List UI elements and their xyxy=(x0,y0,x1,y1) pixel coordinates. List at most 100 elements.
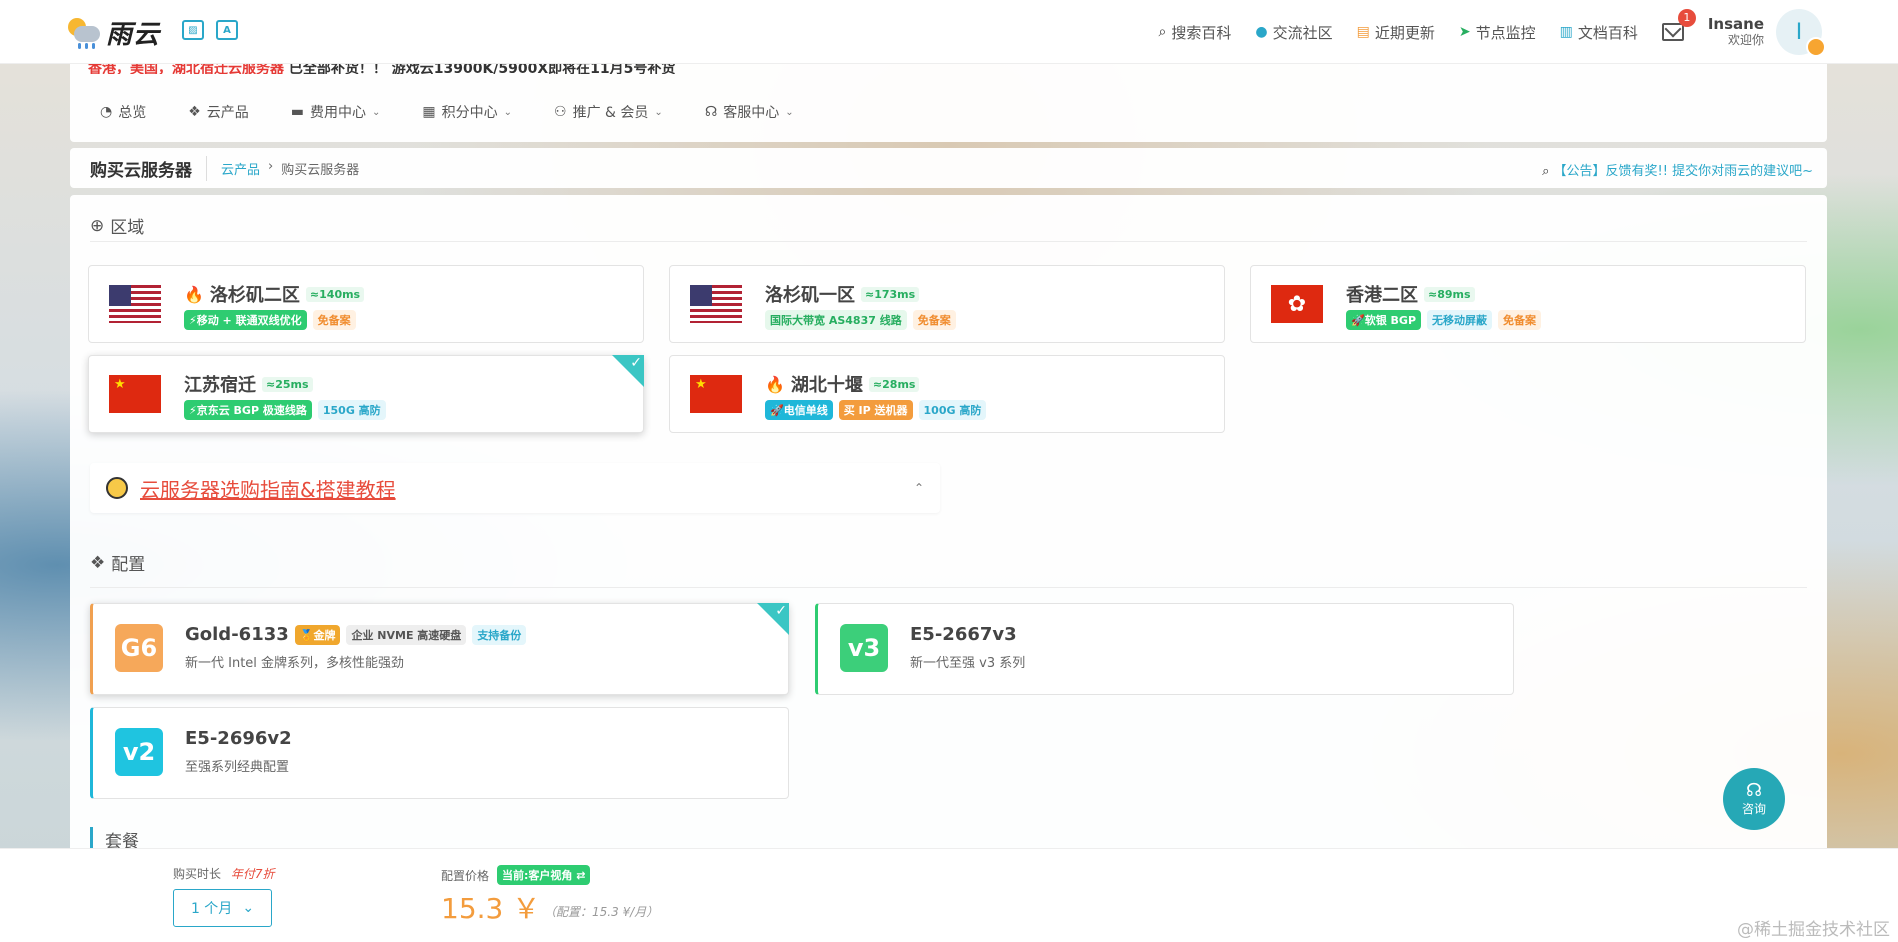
nav-panel: 香港，美国，湖北宿迁云服务器 已全部补货！！ 游戏云13900K/5900X即将… xyxy=(70,61,1827,142)
region-tag: 🚀电信单线 xyxy=(765,400,833,420)
region-name: 洛杉矶二区 xyxy=(209,285,300,306)
order-bar: 购买时长 年付7折 1 个月 ⌄ 配置价格 当前:客户视角 ⇄ 15.3 ￥ （… xyxy=(0,848,1898,942)
region-card-suqian[interactable]: 江苏宿迁 ≈25ms ⚡京东云 BGP 极速线路 150G 高防 xyxy=(88,355,644,433)
nav-referral[interactable]: ⚇ 推广 & 会员 ⌄ xyxy=(554,102,663,122)
avatar[interactable]: I xyxy=(1776,9,1826,57)
section-title: 区域 xyxy=(110,218,145,238)
user-name: Insane xyxy=(1707,15,1764,33)
fire-icon: 🔥 xyxy=(184,284,204,304)
topnav-community[interactable]: ● 交流社区 xyxy=(1255,22,1332,43)
config-tag: 🏅金牌 xyxy=(294,624,341,645)
topnav-label: 搜索百科 xyxy=(1171,23,1232,42)
nav-points[interactable]: ▦ 积分中心 ⌄ xyxy=(422,102,512,122)
weather-logo-icon xyxy=(66,16,102,50)
topnav-label: 节点监控 xyxy=(1475,23,1536,42)
nav-label: 费用中心 xyxy=(310,105,367,121)
us-flag-icon xyxy=(690,285,742,323)
users-icon: ⚇ xyxy=(554,104,567,120)
globe-icon: ⊕ xyxy=(90,215,105,236)
translate-icon[interactable]: A xyxy=(216,20,238,40)
breadcrumb-bar: 购买云服务器 云产品 › 购买云服务器 ⌕ 【公告】反馈有奖!! 提交你对雨云的… xyxy=(70,148,1827,188)
chevron-down-icon: ⌄ xyxy=(654,106,663,118)
nav-label: 客服中心 xyxy=(723,105,780,121)
duration-label: 购买时长 年付7折 xyxy=(173,865,274,882)
topnav-updates[interactable]: ▤ 近期更新 xyxy=(1357,22,1435,43)
nav-label: 推广 & 会员 xyxy=(572,105,649,121)
config-tag: 企业 NVME 高速硬盘 xyxy=(346,624,467,645)
nav-billing[interactable]: ▬ 费用中心 ⌄ xyxy=(291,102,381,122)
breadcrumb: 云产品 › 购买云服务器 xyxy=(207,159,359,178)
nav-overview[interactable]: ◔ 总览 xyxy=(100,102,146,122)
latency-badge: ≈28ms xyxy=(868,376,920,392)
duration-hint: 年付7折 xyxy=(230,867,275,881)
cubes-icon: ❖ xyxy=(188,104,201,120)
region-tag: ⚡京东云 BGP 极速线路 xyxy=(184,400,312,420)
brand-logo[interactable]: 雨云 xyxy=(66,14,160,51)
cpu-badge-icon: v3 xyxy=(840,624,888,672)
user-info[interactable]: Insane 欢迎你 xyxy=(1708,16,1764,48)
config-name: E5-2667v3 xyxy=(910,624,1017,645)
region-tag: 免备案 xyxy=(912,310,956,330)
chevron-up-icon[interactable]: ⌃ xyxy=(914,481,924,495)
region-card-la2[interactable]: 🔥 洛杉矶二区 ≈140ms ⚡移动 + 联通双线优化 免备案 xyxy=(88,265,644,343)
guide-link[interactable]: 云服务器选购指南&搭建教程 xyxy=(140,474,396,503)
watermark: @稀土掘金技术社区 xyxy=(1737,920,1890,940)
guide-collapse[interactable]: 云服务器选购指南&搭建教程 ⌃ xyxy=(90,463,940,513)
price-note: （配置：15.3 ¥/月） xyxy=(544,905,659,919)
hk-flag-icon: ✿ xyxy=(1271,285,1323,323)
page-title: 购买云服务器 xyxy=(70,155,207,181)
topnav-label: 文档百科 xyxy=(1577,23,1638,42)
region-card-shiyan[interactable]: 🔥 湖北十堰 ≈28ms 🚀电信单线 买 IP 送机器 100G 高防 xyxy=(669,355,1225,433)
us-flag-icon xyxy=(109,285,161,323)
headset-icon: ☊ xyxy=(704,104,718,120)
nav-cloud-products[interactable]: ❖ 云产品 xyxy=(188,102,249,122)
config-card-gold6133[interactable]: G6 Gold-6133 🏅金牌 企业 NVME 高速硬盘 支持备份 新一代 I… xyxy=(90,603,789,695)
cpu-badge-icon: G6 xyxy=(115,624,163,672)
main-panel: ⊕ 区域 🔥 洛杉矶二区 ≈140ms ⚡移动 + 联通双线优化 免备案 洛杉矶… xyxy=(70,195,1827,855)
region-name: 洛杉矶一区 xyxy=(765,285,855,306)
config-desc: 至强系列经典配置 xyxy=(185,760,290,775)
region-tag: 🚀软银 BGP xyxy=(1346,310,1422,330)
consult-label: 咨询 xyxy=(1741,801,1766,816)
region-tag: 买 IP 送机器 xyxy=(838,400,913,420)
qq-icon: ● xyxy=(1255,24,1268,40)
top-nav: ⌕ 搜索百科 ● 交流社区 ▤ 近期更新 ➤ 节点监控 ▥ 文档百科 1 Ins… xyxy=(1158,0,1898,64)
config-card-e5-2696v2[interactable]: v2 E5-2696v2 至强系列经典配置 xyxy=(90,707,789,799)
region-card-la1[interactable]: 洛杉矶一区 ≈173ms 国际大带宽 AS4837 线路 免备案 xyxy=(669,265,1225,343)
user-greeting: 欢迎你 xyxy=(1727,33,1764,47)
announcement-link[interactable]: ⌕ 【公告】反馈有奖!! 提交你对雨云的建议吧~ xyxy=(1542,160,1813,179)
book-icon: ▥ xyxy=(1559,24,1573,40)
topnav-docs[interactable]: ▥ 文档百科 xyxy=(1560,22,1638,43)
news-icon: ▤ xyxy=(1356,24,1370,40)
money-icon: ▬ xyxy=(290,104,305,120)
latency-badge: ≈173ms xyxy=(861,286,920,302)
breadcrumb-link[interactable]: 云产品 xyxy=(221,159,260,178)
config-desc: 新一代 Intel 金牌系列，多核性能强劲 xyxy=(185,656,405,671)
breadcrumb-current: 购买云服务器 xyxy=(281,162,360,178)
main-nav: ◔ 总览 ❖ 云产品 ▬ 费用中心 ⌄ ▦ 积分中心 ⌄ ⚇ 推广 & 会员 ⌄… xyxy=(100,102,836,122)
config-section-header: ❖ 配置 xyxy=(90,550,145,576)
mail-icon[interactable]: 1 xyxy=(1661,9,1696,41)
consult-button[interactable]: ☊ 咨询 xyxy=(1723,768,1785,830)
region-tag: ⚡移动 + 联通双线优化 xyxy=(184,310,307,330)
top-bar: 雨云 ▨ A ⌕ 搜索百科 ● 交流社区 ▤ 近期更新 ➤ 节点监控 ▥ 文档百… xyxy=(0,0,1898,64)
config-card-e5-2667v3[interactable]: v3 E5-2667v3 新一代至强 v3 系列 xyxy=(815,603,1514,695)
region-card-hk2[interactable]: ✿ 香港二区 ≈89ms 🚀软银 BGP 无移动屏蔽 免备案 xyxy=(1250,265,1806,343)
nav-support[interactable]: ☊ 客服中心 ⌄ xyxy=(705,102,794,122)
view-toggle-badge[interactable]: 当前:客户视角 ⇄ xyxy=(497,865,591,885)
nav-label: 总览 xyxy=(118,105,147,121)
duration-select[interactable]: 1 个月 ⌄ xyxy=(173,889,272,927)
chevron-down-icon: ⌄ xyxy=(785,106,794,118)
compass-icon xyxy=(106,477,128,499)
image-icon[interactable]: ▨ xyxy=(182,20,204,40)
brand-name: 雨云 xyxy=(106,20,161,50)
cn-flag-icon xyxy=(690,375,742,413)
announcement-text: 【公告】反馈有奖!! 提交你对雨云的建议吧~ xyxy=(1553,164,1813,179)
region-tag: 无移动屏蔽 xyxy=(1427,310,1493,330)
config-tag: 支持备份 xyxy=(472,624,527,645)
topnav-monitor[interactable]: ➤ 节点监控 xyxy=(1459,22,1536,43)
nav-label: 积分中心 xyxy=(441,105,498,121)
fire-icon: 🔥 xyxy=(765,374,785,394)
topnav-search[interactable]: ⌕ 搜索百科 xyxy=(1158,22,1231,43)
config-name: Gold-6133 xyxy=(185,624,289,645)
